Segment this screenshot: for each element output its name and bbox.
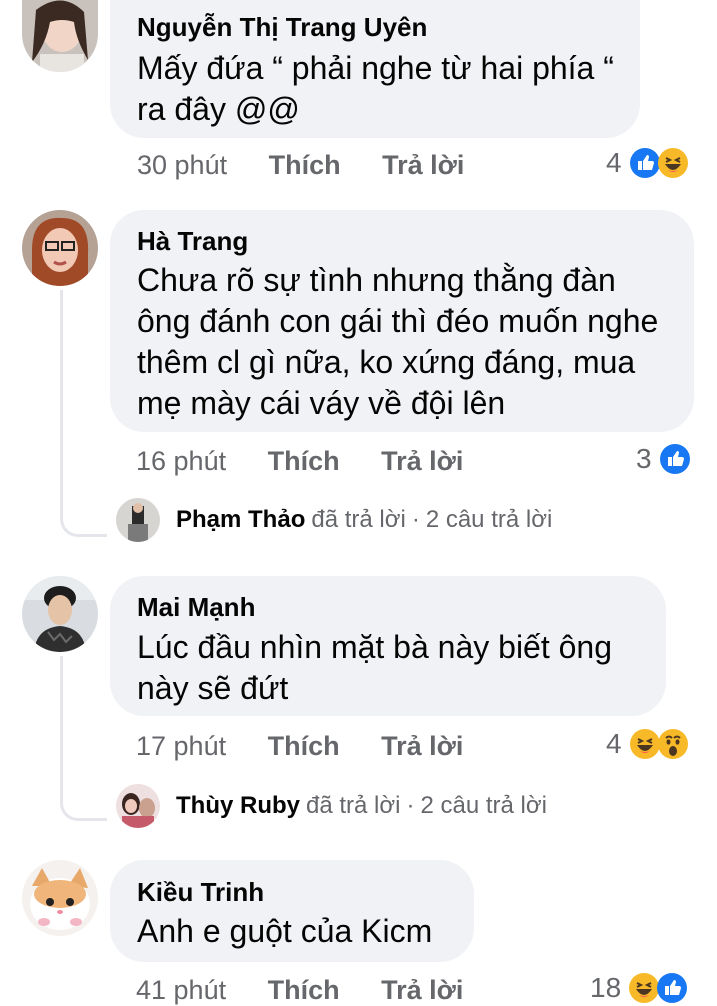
avatar xyxy=(116,498,160,542)
reply-count: 2 câu trả lời xyxy=(425,506,553,533)
reply-author: Phạm Thảo xyxy=(176,506,306,533)
reply-action: đã trả lời xyxy=(311,506,406,533)
like-button[interactable]: Thích xyxy=(268,446,340,476)
comment-text: Chưa rõ sự tình nhưng thằng đàn ông đánh… xyxy=(137,262,659,421)
reply-button[interactable]: Trả lời xyxy=(381,446,463,476)
reaction-count: 18 xyxy=(590,972,622,1003)
haha-icon xyxy=(657,148,688,178)
comment-time[interactable]: 16 phút xyxy=(136,446,226,476)
comment-author[interactable]: Hà Trang xyxy=(137,226,248,257)
reply-separator: · xyxy=(406,792,415,819)
comment-time[interactable]: 17 phút xyxy=(136,731,226,761)
like-icon xyxy=(657,973,688,1003)
reply-button[interactable]: Trả lời xyxy=(381,731,463,761)
like-icon xyxy=(659,444,690,474)
wow-icon xyxy=(657,729,688,759)
thread-line xyxy=(60,656,107,821)
like-button[interactable]: Thích xyxy=(268,731,340,761)
like-button[interactable]: Thích xyxy=(268,975,340,1005)
reaction-count: 3 xyxy=(636,443,652,474)
reaction-summary[interactable]: 18 xyxy=(590,972,688,1004)
avatar[interactable] xyxy=(22,0,98,72)
comment-meta: 30 phút Thích Trả lời xyxy=(137,150,464,181)
reply-summary[interactable]: Phạm Thảo đã trả lời · 2 câu trả lời xyxy=(116,498,552,542)
reply-button[interactable]: Trả lời xyxy=(381,975,463,1005)
comment-time[interactable]: 30 phút xyxy=(137,150,227,180)
comment-meta: 41 phút Thích Trả lời xyxy=(136,975,463,1006)
avatar[interactable] xyxy=(22,210,98,286)
comment-text: Anh e guột của Kicm xyxy=(137,913,433,949)
like-button[interactable]: Thích xyxy=(269,150,341,180)
comment-meta: 16 phút Thích Trả lời xyxy=(136,446,463,477)
reply-action: đã trả lời xyxy=(306,792,401,819)
reply-author: Thùy Ruby xyxy=(176,792,300,819)
comment-time[interactable]: 41 phút xyxy=(136,975,226,1005)
reaction-count: 4 xyxy=(606,728,622,759)
comment-author[interactable]: Kiều Trinh xyxy=(137,877,264,908)
reply-separator: · xyxy=(411,506,420,533)
reply-summary[interactable]: Thùy Ruby đã trả lời · 2 câu trả lời xyxy=(116,784,547,828)
comment-text: Lúc đầu nhìn mặt bà này biết ông này sẽ … xyxy=(137,629,613,706)
avatar[interactable] xyxy=(22,576,98,652)
reply-count: 2 câu trả lời xyxy=(420,792,547,819)
comment-author[interactable]: Mai Mạnh xyxy=(137,592,255,623)
reply-button[interactable]: Trả lời xyxy=(382,150,464,180)
reaction-count: 4 xyxy=(606,147,622,178)
reaction-summary[interactable]: 3 xyxy=(636,443,690,475)
like-icon xyxy=(629,148,660,178)
thread-line xyxy=(60,290,107,537)
comment-author[interactable]: Nguyễn Thị Trang Uyên xyxy=(137,12,427,43)
comment-meta: 17 phút Thích Trả lời xyxy=(136,731,463,762)
reaction-summary[interactable]: 4 xyxy=(606,728,688,760)
reaction-summary[interactable]: 4 xyxy=(606,147,688,179)
avatar xyxy=(116,784,160,828)
avatar[interactable] xyxy=(22,860,98,936)
haha-icon xyxy=(629,729,660,759)
comment-text: Mấy đứa “ phải nghe từ hai phía “ ra đây… xyxy=(137,50,614,127)
haha-icon xyxy=(629,973,660,1003)
